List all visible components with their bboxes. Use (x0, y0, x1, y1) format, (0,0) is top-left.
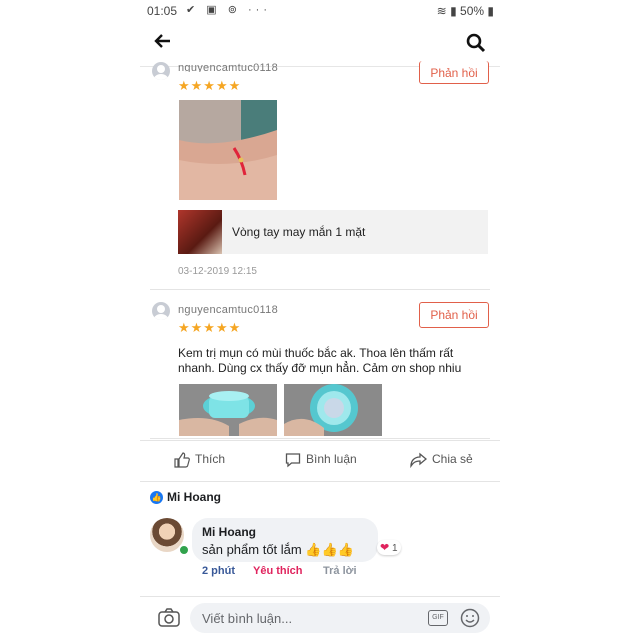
comment-icon (285, 453, 301, 468)
reviewer-avatar (152, 302, 170, 320)
comment-author[interactable]: Mi Hoang (202, 525, 256, 539)
comment-label: Bình luận (306, 452, 357, 467)
battery-icon: ▮ (487, 4, 494, 18)
post-author-name: Mi Hoang (167, 490, 221, 504)
like-button[interactable]: Thích (174, 452, 225, 468)
rating-stars: ★★★★★ (178, 320, 242, 335)
notification-icons: ✔ ▣ ⊚ ··· (186, 4, 271, 16)
comment-input[interactable]: Viết bình luận... GIF (190, 603, 490, 633)
review-photo[interactable] (284, 384, 382, 436)
rating-stars: ★★★★★ (178, 78, 242, 93)
share-button[interactable]: Chia sẻ (410, 452, 473, 469)
back-arrow-icon[interactable] (154, 32, 172, 54)
comment-bubble[interactable]: Mi Hoang sản phẩm tốt lắm 👍👍👍 (192, 518, 378, 562)
review-photo[interactable] (179, 100, 277, 200)
reply-button[interactable]: Phản hồi (419, 302, 489, 328)
comment-like-button[interactable]: Yêu thích (253, 565, 303, 577)
gif-button[interactable]: GIF (428, 610, 448, 626)
search-icon[interactable] (466, 33, 486, 58)
review-photo[interactable] (179, 384, 277, 436)
reviewer-username: nguyencamtuc0118 (178, 304, 278, 316)
heart-icon: ❤ (380, 542, 390, 554)
review-text-line-2: nhanh. Dùng cx thấy đỡ mụn hẳn. Cảm ơn s… (178, 361, 462, 375)
battery-percent: 50% (460, 4, 485, 18)
comment-time: 2 phút (202, 565, 235, 577)
thumbs-up-icon (174, 452, 190, 468)
like-label: Thích (195, 452, 226, 467)
emoji-icon[interactable] (460, 608, 480, 633)
divider (150, 289, 490, 290)
comment-reaction[interactable]: ❤ 1 (377, 540, 401, 555)
like-badge-icon: 👍 (150, 491, 163, 505)
comment-button[interactable]: Bình luận (285, 452, 357, 468)
comment-composer: Viết bình luận... GIF (140, 596, 500, 640)
share-icon (410, 452, 428, 469)
reviewer-avatar (152, 62, 170, 80)
reviewer-username: nguyencamtuc0118 (178, 62, 278, 72)
post-action-bar: Thích Bình luận Chia sẻ (140, 440, 500, 482)
reply-button[interactable]: Phản hồi (419, 61, 489, 84)
product-name: Vòng tay may mắn 1 mặt (232, 225, 366, 239)
wifi-icon: ≋ (436, 4, 447, 18)
review-timestamp: 03-12-2019 12:15 (178, 266, 257, 277)
reaction-count: 1 (392, 543, 398, 554)
status-bar: 01:05 ✔ ▣ ⊚ ··· ≋ ▮ 50% ▮ (140, 0, 500, 22)
share-label: Chia sẻ (432, 452, 473, 467)
comment-text: sản phẩm tốt lắm 👍👍👍 (202, 542, 354, 557)
online-status-dot (178, 544, 190, 556)
review-text-line-1: Kem trị mụn có mùi thuốc bắc ak. Thoa lê… (178, 346, 454, 360)
status-right: ≋ ▮ 50% ▮ (437, 4, 494, 18)
phone-screen: 01:05 ✔ ▣ ⊚ ··· ≋ ▮ 50% ▮ nguyencamtuc01… (140, 0, 500, 640)
comment-reply-button[interactable]: Trả lời (323, 565, 357, 577)
camera-icon[interactable] (158, 608, 180, 633)
comment-input-placeholder: Viết bình luận... (202, 611, 293, 626)
divider (150, 438, 490, 439)
signal-icon: ▮ (450, 4, 457, 18)
post-author[interactable]: 👍 Mi Hoang (150, 490, 221, 505)
product-thumbnail (178, 210, 222, 254)
product-link[interactable]: Vòng tay may mắn 1 mặt (178, 210, 488, 254)
status-time: 01:05 (147, 4, 178, 18)
